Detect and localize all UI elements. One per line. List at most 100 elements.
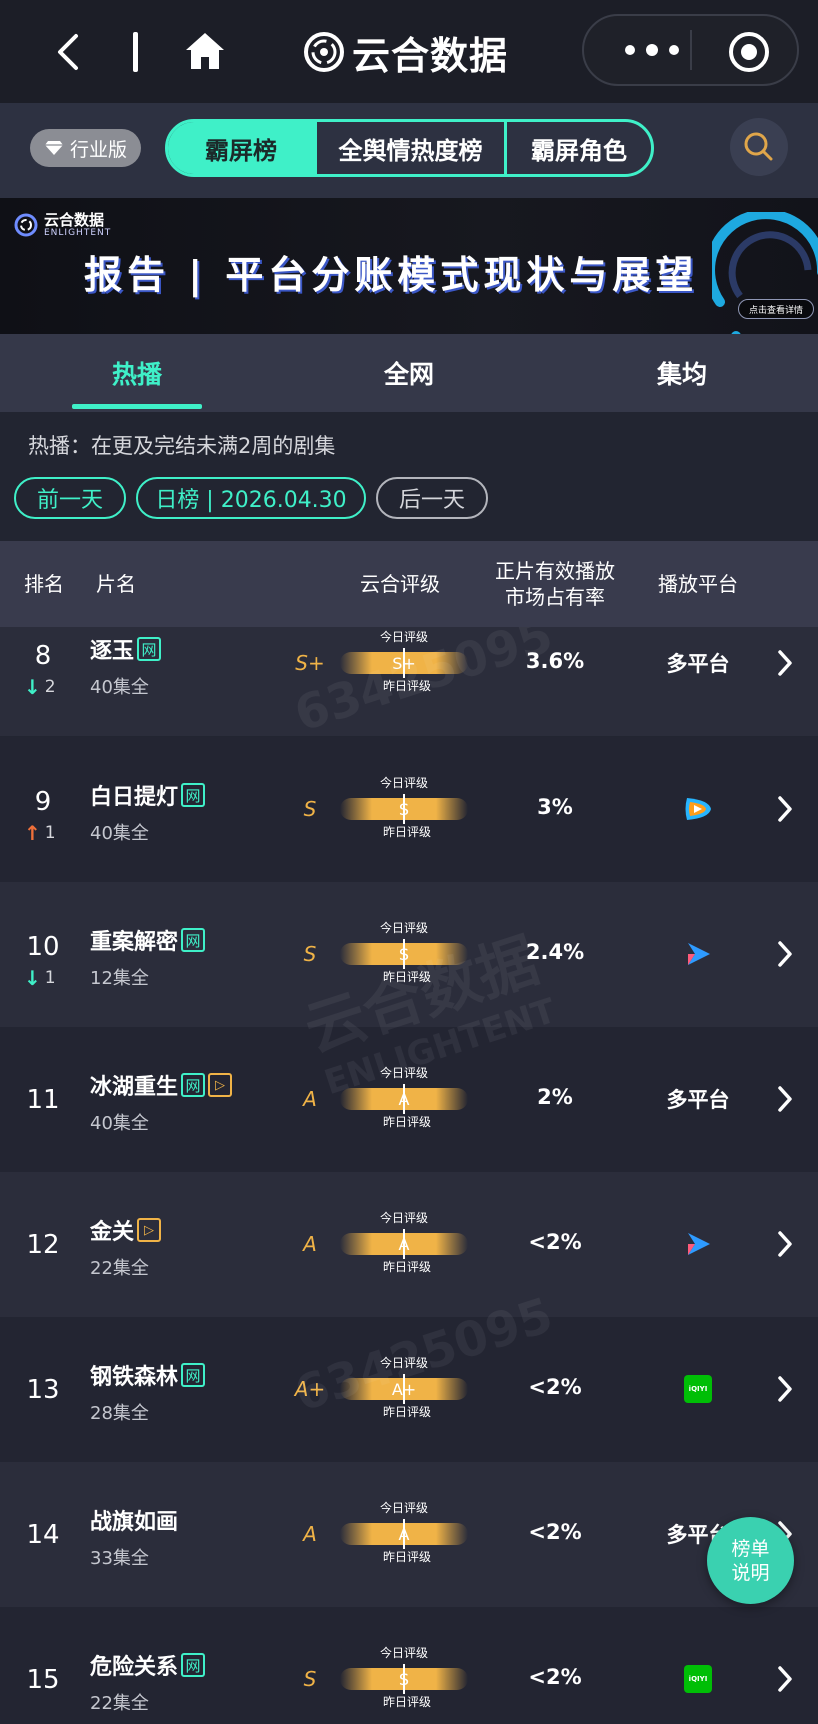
exclusive-play-tag-icon: ▷ bbox=[137, 1218, 162, 1242]
drama-title-line: 冰湖重生网 ▷ bbox=[90, 1069, 233, 1101]
grade-tick-mark bbox=[403, 794, 405, 824]
brand-logo-icon bbox=[304, 32, 344, 72]
segment-public-opinion[interactable]: 全舆情热度榜 bbox=[314, 122, 504, 174]
tab-hot[interactable]: 热播 bbox=[57, 334, 217, 412]
grade-caption-yesterday: 昨日评级 bbox=[382, 1115, 431, 1129]
table-row[interactable]: 9↑1白日提灯网40集全S今日评级S昨日评级3% bbox=[0, 737, 818, 882]
list-explanation-button[interactable]: 榜单 说明 bbox=[707, 1517, 794, 1604]
arrow-down-icon: ↓ bbox=[24, 966, 41, 990]
table-header: 排名 片名 云合评级 正片有效播放 市场占有率 播放平台 bbox=[0, 541, 818, 627]
drama-title[interactable]: 战旗如画 bbox=[90, 1504, 178, 1536]
drama-title[interactable]: 白日提灯 bbox=[90, 779, 178, 811]
drama-title[interactable]: 钢铁森林 bbox=[90, 1359, 178, 1391]
industry-badge[interactable]: 行业版 bbox=[30, 129, 141, 167]
search-button[interactable] bbox=[730, 118, 788, 176]
segment-screen-dominance[interactable]: 霸屏榜 bbox=[168, 122, 314, 174]
chevron-right-icon[interactable] bbox=[775, 1374, 795, 1404]
platform-label: 多平台 bbox=[666, 652, 730, 676]
filter-row: 行业版 霸屏榜 全舆情热度榜 霸屏角色 bbox=[0, 103, 818, 198]
active-tab-indicator bbox=[72, 404, 202, 409]
more-dots-icon[interactable] bbox=[614, 34, 694, 66]
target-close-icon[interactable] bbox=[726, 29, 772, 75]
web-drama-tag: 网 bbox=[181, 783, 206, 807]
market-share-value: <2% bbox=[528, 1230, 582, 1254]
market-share-value: <2% bbox=[528, 1520, 582, 1544]
rank-number: 8 bbox=[34, 641, 52, 671]
web-drama-tag: 网 bbox=[137, 637, 162, 661]
rank-number: 13 bbox=[26, 1375, 60, 1405]
episode-count: 33集全 bbox=[90, 1548, 149, 1569]
header-market-share: 正片有效播放 市场占有率 bbox=[480, 541, 630, 627]
web-drama-tag: 网 bbox=[181, 1653, 206, 1677]
rank-change-value: 1 bbox=[44, 823, 56, 843]
chevron-right-icon[interactable] bbox=[775, 939, 795, 969]
brand-name: 云合数据 bbox=[352, 33, 509, 78]
chevron-right-icon[interactable] bbox=[775, 1664, 795, 1694]
table-row[interactable]: 14战旗如画33集全A今日评级A昨日评级<2%多平台 bbox=[0, 1462, 818, 1607]
fab-line2: 说明 bbox=[731, 1561, 770, 1584]
rank-change: ↑ 1 bbox=[24, 821, 56, 845]
grade-tick-mark bbox=[403, 1084, 405, 1114]
current-date-button[interactable]: 日榜 | 2026.04.30 bbox=[136, 477, 366, 519]
rank-number: 12 bbox=[26, 1230, 60, 1260]
exclusive-play-tag-icon: ▷ bbox=[208, 1073, 233, 1097]
table-row[interactable]: 15危险关系网22集全S今日评级S昨日评级<2%iQIYI bbox=[0, 1607, 818, 1724]
grade-tick-mark bbox=[403, 1664, 405, 1694]
youku-icon bbox=[688, 1233, 710, 1255]
platform-cell bbox=[648, 791, 748, 827]
web-drama-tag: 网 bbox=[181, 1363, 206, 1387]
platform-cell: iQIYI bbox=[648, 1371, 748, 1407]
header-platform: 播放平台 bbox=[658, 572, 738, 596]
episode-count: 40集全 bbox=[90, 1113, 149, 1134]
tab-all-network[interactable]: 全网 bbox=[329, 334, 489, 412]
prev-day-button[interactable]: 前一天 bbox=[14, 477, 126, 519]
platform-cell bbox=[648, 936, 748, 972]
market-share-value: <2% bbox=[528, 1665, 582, 1689]
banner-cta-button[interactable]: 点击查看详情 bbox=[738, 299, 814, 319]
platform-cell: 多平台 bbox=[648, 1081, 748, 1117]
back-chevron-icon[interactable] bbox=[52, 30, 86, 74]
iqiyi-icon: iQIYI bbox=[684, 1375, 712, 1403]
drama-title-line: 白日提灯网 bbox=[90, 779, 206, 811]
banner-brand-en: ENLIGHTENT bbox=[44, 228, 112, 238]
arrow-down-icon: ↓ bbox=[24, 675, 41, 699]
table-row[interactable]: 8↓2逐玉网40集全S+今日评级S+昨日评级3.6%多平台 bbox=[0, 627, 818, 736]
rank-change-value: 1 bbox=[44, 968, 56, 988]
table-row[interactable]: 13钢铁森林网28集全A+今日评级A+昨日评级<2%iQIYI bbox=[0, 1317, 818, 1462]
drama-title[interactable]: 冰湖重生 bbox=[90, 1069, 178, 1101]
grade-letter: A bbox=[303, 1522, 317, 1546]
header-market-share-line2: 市场占有率 bbox=[505, 585, 605, 609]
table-row[interactable]: 10↓1重案解密网12集全S今日评级S昨日评级2.4% bbox=[0, 882, 818, 1027]
episode-count: 22集全 bbox=[90, 1258, 149, 1279]
fab-line1: 榜单 bbox=[731, 1537, 770, 1560]
grade-caption-yesterday: 昨日评级 bbox=[382, 1695, 431, 1709]
grade-tick-mark bbox=[403, 648, 405, 678]
search-icon bbox=[744, 132, 773, 161]
header-rank: 排名 bbox=[24, 572, 64, 596]
rank-change: ↓ 2 bbox=[24, 675, 56, 699]
home-icon[interactable] bbox=[182, 28, 228, 74]
rank-number: 15 bbox=[26, 1665, 60, 1695]
capsule-divider bbox=[690, 30, 692, 70]
promo-banner[interactable]: 云合数据 ENLIGHTENT 报告 | 平台分账模式现状与展望 点击查看详情 bbox=[0, 198, 818, 334]
chevron-right-icon[interactable] bbox=[775, 1229, 795, 1259]
segment-characters[interactable]: 霸屏角色 bbox=[504, 122, 651, 174]
chevron-right-icon[interactable] bbox=[775, 648, 795, 678]
tab-per-episode[interactable]: 集均 bbox=[602, 334, 762, 412]
grade-caption-yesterday: 昨日评级 bbox=[382, 1260, 431, 1274]
drama-title[interactable]: 危险关系 bbox=[90, 1649, 178, 1681]
chevron-right-icon[interactable] bbox=[775, 1084, 795, 1114]
episode-count: 40集全 bbox=[90, 823, 149, 844]
grade-caption-yesterday: 昨日评级 bbox=[382, 970, 431, 984]
drama-title[interactable]: 金关 bbox=[90, 1214, 134, 1246]
next-day-button[interactable]: 后一天 bbox=[376, 477, 488, 519]
grade-caption-today: 今日评级 bbox=[379, 630, 428, 644]
web-drama-tag: 网 bbox=[181, 928, 206, 952]
table-row[interactable]: 11冰湖重生网▷40集全A今日评级A昨日评级2%多平台 bbox=[0, 1027, 818, 1172]
drama-title[interactable]: 逐玉 bbox=[90, 633, 134, 665]
drama-title[interactable]: 重案解密 bbox=[90, 924, 178, 956]
grade-letter: S+ bbox=[295, 651, 325, 675]
table-row[interactable]: 12金关▷22集全A今日评级A昨日评级<2% bbox=[0, 1172, 818, 1317]
chevron-right-icon[interactable] bbox=[775, 794, 795, 824]
grade-caption-yesterday: 昨日评级 bbox=[382, 825, 431, 839]
